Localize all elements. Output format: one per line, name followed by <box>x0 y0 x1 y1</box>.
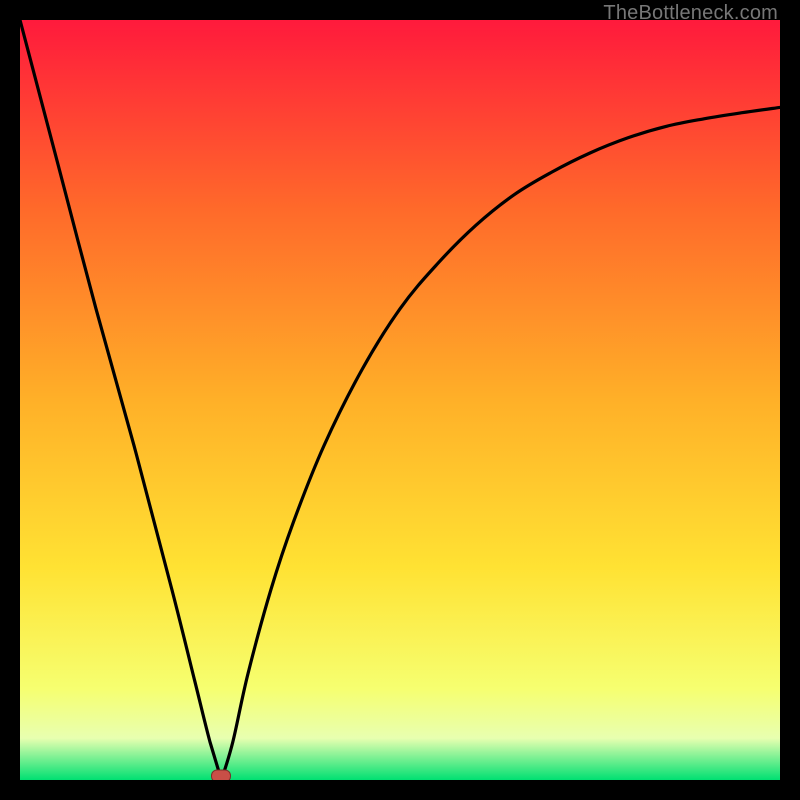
plot-area <box>20 20 780 780</box>
curve-layer <box>20 20 780 780</box>
minimum-marker <box>211 770 231 781</box>
bottleneck-curve <box>20 20 780 780</box>
chart-frame <box>20 20 780 780</box>
